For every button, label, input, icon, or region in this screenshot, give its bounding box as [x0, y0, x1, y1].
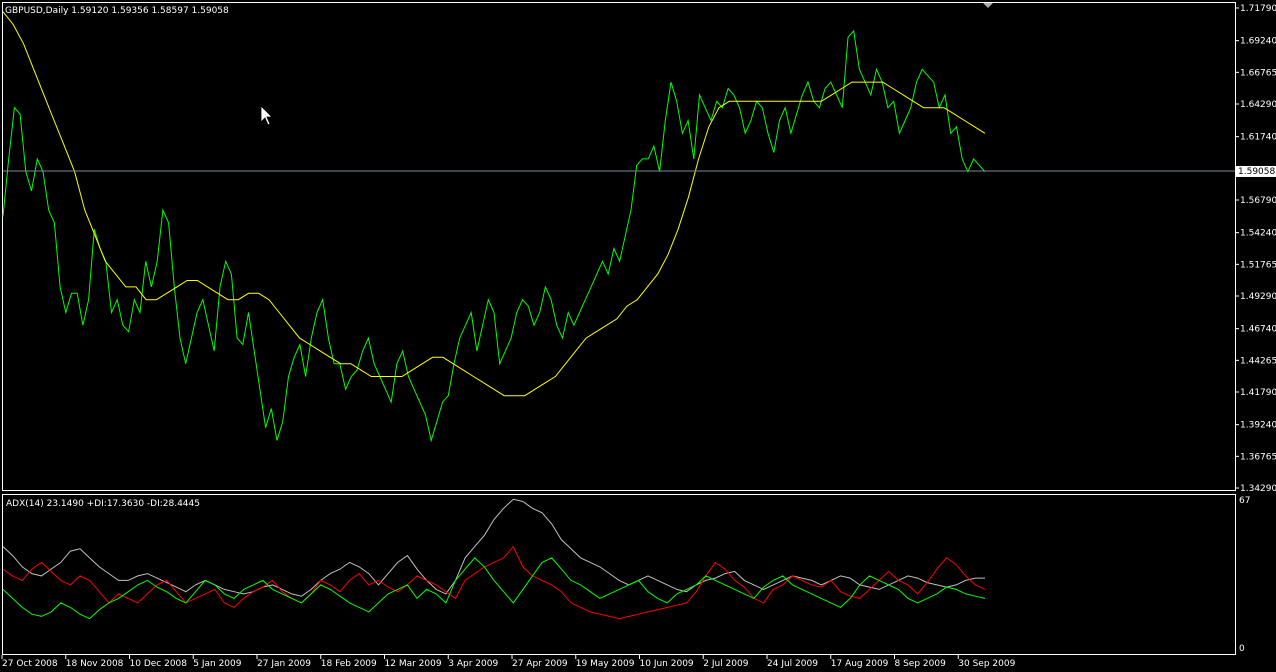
y-tick-label: 1.64290: [1240, 100, 1276, 110]
indicator-scale-max: 67: [1239, 496, 1250, 506]
current-price-label: 1.59058: [1238, 167, 1275, 177]
x-tick-label: 10 Dec 2008: [130, 659, 188, 669]
y-tick-label: 1.66765: [1240, 68, 1276, 78]
y-tick-label: 1.61740: [1240, 133, 1276, 143]
x-tick-label: 27 Apr 2009: [512, 659, 568, 669]
x-tick-label: 3 Apr 2009: [448, 659, 498, 669]
y-tick-label: 1.49290: [1240, 292, 1276, 302]
y-tick-label: 1.34290: [1240, 484, 1276, 494]
x-tick-label: 8 Sep 2009: [895, 659, 947, 669]
y-tick-label: 1.36765: [1240, 452, 1276, 462]
y-tick-label: 1.54240: [1240, 229, 1276, 239]
x-tick-label: 12 Mar 2009: [385, 659, 442, 669]
y-tick-label: 1.56790: [1240, 196, 1276, 206]
x-tick-label: 24 Jul 2009: [767, 659, 818, 669]
x-tick-label: 17 Aug 2009: [831, 659, 889, 669]
y-tick-label: 1.44265: [1240, 356, 1276, 366]
x-tick-label: 10 Jun 2009: [640, 659, 694, 669]
trading-chart[interactable]: 1.59058 1.71790 1.69240 1.66765 1.64290 1.61…: [0, 0, 1276, 672]
x-tick-label: 5 Jan 2009: [193, 659, 241, 669]
y-tick-label: 1.39240: [1240, 421, 1276, 431]
x-tick-label: 27 Jan 2009: [257, 659, 311, 669]
y-tick-label: 1.71790: [1240, 4, 1276, 14]
x-tick-label: 19 May 2009: [576, 659, 635, 669]
indicator-scale-min: 0: [1239, 644, 1245, 654]
main-chart-header: GBPUSD,Daily 1.59120 1.59356 1.58597 1.5…: [5, 6, 229, 16]
y-tick-label: 1.51765: [1240, 260, 1276, 270]
x-tick-label: 18 Nov 2008: [66, 659, 124, 669]
y-tick-label: 1.46740: [1240, 325, 1276, 335]
indicator-header: ADX(14) 23.1490 +DI:17.3630 -DI:28.4445: [6, 499, 200, 509]
x-tick-label: 27 Oct 2008: [2, 659, 58, 669]
x-tick-label: 18 Feb 2009: [321, 659, 377, 669]
y-tick-label: 1.41790: [1240, 388, 1276, 398]
x-tick-label: 2 Jul 2009: [703, 659, 748, 669]
x-tick-label: 30 Sep 2009: [958, 659, 1015, 669]
y-tick-label: 1.69240: [1240, 37, 1276, 47]
